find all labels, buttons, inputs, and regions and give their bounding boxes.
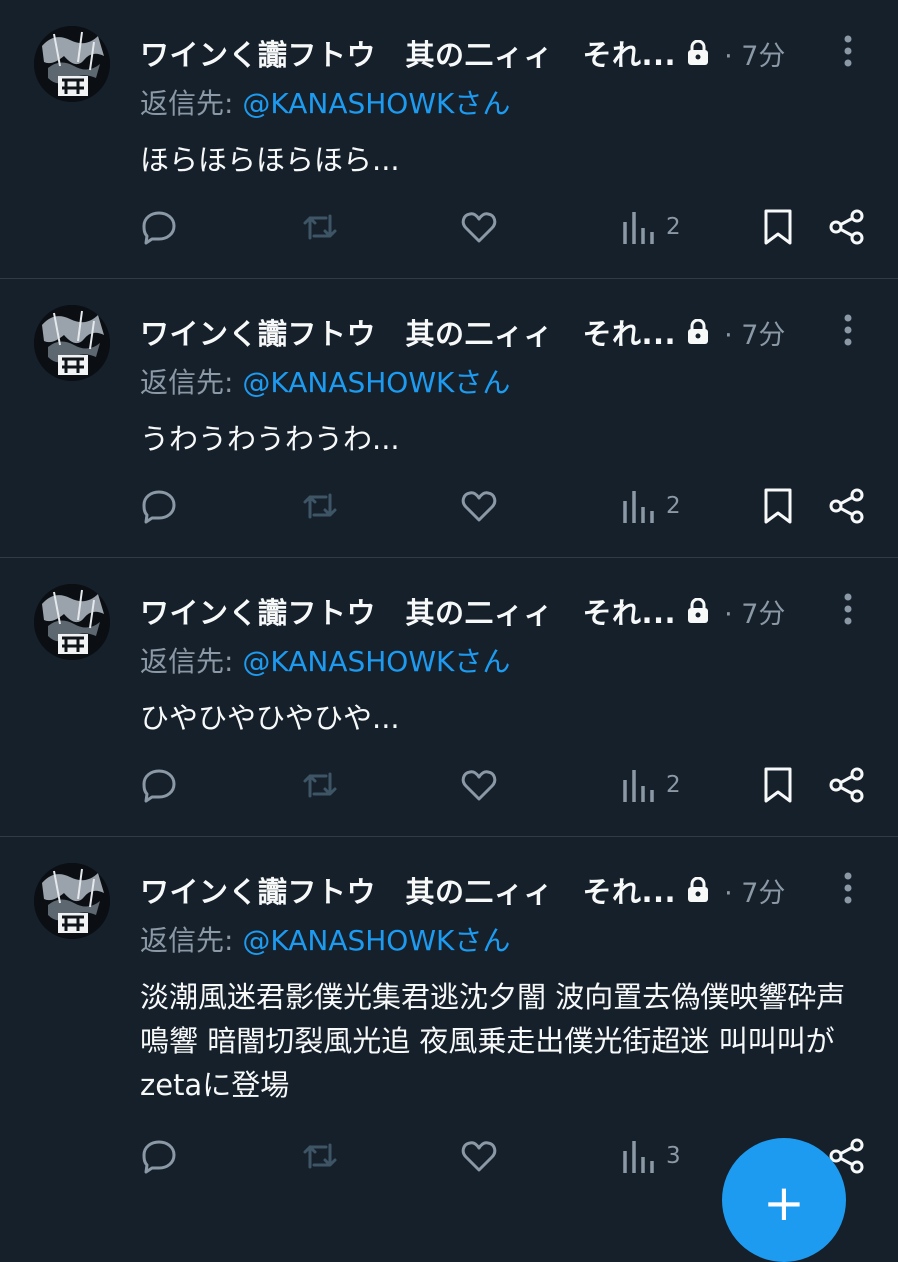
- reply-to-line: 返信先: @KANASHOWKさん: [140, 82, 510, 122]
- more-vertical-icon[interactable]: [838, 34, 858, 72]
- heart-icon: [460, 1137, 498, 1175]
- lock-icon: [686, 598, 710, 624]
- more-vertical-icon[interactable]: [838, 592, 858, 630]
- like-button[interactable]: [460, 766, 498, 804]
- analytics-icon: [622, 1137, 654, 1175]
- reply-button[interactable]: [140, 1137, 178, 1175]
- more-vertical-icon[interactable]: [838, 871, 858, 909]
- reply-handle-link[interactable]: @KANASHOWKさん: [242, 87, 510, 120]
- share-icon: [828, 487, 866, 525]
- share-button[interactable]: [828, 766, 866, 804]
- reply-icon: [140, 487, 178, 525]
- analytics-icon: [622, 487, 654, 525]
- author-name[interactable]: ワインく讟フトウ 其の二ィィ それ...: [140, 590, 676, 632]
- reply-icon: [140, 1137, 178, 1175]
- timestamp[interactable]: · 7分: [724, 313, 785, 352]
- retweet-button[interactable]: [300, 487, 340, 525]
- retweet-button[interactable]: [300, 208, 340, 246]
- avatar[interactable]: [34, 305, 110, 381]
- reply-handle-link[interactable]: @KANASHOWKさん: [242, 645, 510, 678]
- tweet-text: うわうわうわうわ...: [140, 422, 400, 456]
- reply-prefix: 返信先:: [140, 366, 243, 399]
- tweet-text: ほらほらほらほら...: [140, 143, 400, 177]
- heart-icon: [460, 487, 498, 525]
- reply-icon: [140, 208, 178, 246]
- views-count: 2: [666, 772, 681, 798]
- tweet-header: ワインく讟フトウ 其の二ィィ それ... · 7分: [140, 588, 785, 634]
- reply-button[interactable]: [140, 487, 178, 525]
- views-button[interactable]: 2: [622, 766, 681, 804]
- timestamp[interactable]: · 7分: [724, 34, 785, 73]
- retweet-icon: [300, 766, 340, 804]
- views-button[interactable]: 2: [622, 208, 681, 246]
- more-vertical-icon[interactable]: [838, 313, 858, 351]
- timestamp[interactable]: · 7分: [724, 592, 785, 631]
- like-button[interactable]: [460, 487, 498, 525]
- author-name[interactable]: ワインく讟フトウ 其の二ィィ それ...: [140, 869, 676, 911]
- views-count: 3: [666, 1143, 681, 1169]
- tweet[interactable]: ワインく讟フトウ 其の二ィィ それ... · 7分 返信先: @KANASHOW…: [0, 0, 898, 279]
- timestamp[interactable]: · 7分: [724, 871, 785, 910]
- retweet-icon: [300, 1137, 340, 1175]
- lock-icon: [686, 877, 710, 903]
- retweet-icon: [300, 487, 340, 525]
- bookmark-icon: [762, 208, 794, 246]
- lock-icon: [686, 40, 710, 66]
- analytics-icon: [622, 208, 654, 246]
- reply-handle-link[interactable]: @KANASHOWKさん: [242, 366, 510, 399]
- views-count: 2: [666, 493, 681, 519]
- action-bar: 2: [0, 487, 898, 527]
- retweet-icon: [300, 208, 340, 246]
- author-name[interactable]: ワインく讟フトウ 其の二ィィ それ...: [140, 311, 676, 353]
- reply-to-line: 返信先: @KANASHOWKさん: [140, 640, 510, 680]
- reply-button[interactable]: [140, 208, 178, 246]
- heart-icon: [460, 208, 498, 246]
- like-button[interactable]: [460, 208, 498, 246]
- tweet-header: ワインく讟フトウ 其の二ィィ それ... · 7分: [140, 867, 785, 913]
- views-button[interactable]: 2: [622, 487, 681, 525]
- share-icon: [828, 766, 866, 804]
- reply-prefix: 返信先:: [140, 645, 243, 678]
- compose-button[interactable]: +: [722, 1138, 846, 1262]
- retweet-button[interactable]: [300, 1137, 340, 1175]
- tweet[interactable]: ワインく讟フトウ 其の二ィィ それ... · 7分 返信先: @KANASHOW…: [0, 279, 898, 558]
- tweet-text: 淡潮風迷君影僕光集君逃沈夕闇 波向置去偽僕映響砕声鳴響 暗闇切裂風光追 夜風乗走…: [140, 980, 846, 1102]
- analytics-icon: [622, 766, 654, 804]
- reply-handle-link[interactable]: @KANASHOWKさん: [242, 924, 510, 957]
- reply-button[interactable]: [140, 766, 178, 804]
- views-count: 2: [666, 214, 681, 240]
- tweet-text: ひやひやひやひや...: [140, 701, 400, 735]
- share-button[interactable]: [828, 487, 866, 525]
- avatar[interactable]: [34, 584, 110, 660]
- reply-icon: [140, 766, 178, 804]
- avatar[interactable]: [34, 26, 110, 102]
- heart-icon: [460, 766, 498, 804]
- bookmark-button[interactable]: [762, 487, 794, 525]
- lock-icon: [686, 319, 710, 345]
- reply-to-line: 返信先: @KANASHOWKさん: [140, 919, 510, 959]
- bookmark-button[interactable]: [762, 208, 794, 246]
- action-bar: 2: [0, 208, 898, 248]
- tweet-header: ワインく讟フトウ 其の二ィィ それ... · 7分: [140, 30, 785, 76]
- plus-icon: +: [763, 1174, 805, 1232]
- share-icon: [828, 208, 866, 246]
- bookmark-icon: [762, 766, 794, 804]
- tweet-header: ワインく讟フトウ 其の二ィィ それ... · 7分: [140, 309, 785, 355]
- views-button[interactable]: 3: [622, 1137, 681, 1175]
- bookmark-icon: [762, 487, 794, 525]
- reply-to-line: 返信先: @KANASHOWKさん: [140, 361, 510, 401]
- share-button[interactable]: [828, 208, 866, 246]
- tweet[interactable]: ワインく讟フトウ 其の二ィィ それ... · 7分 返信先: @KANASHOW…: [0, 558, 898, 837]
- author-name[interactable]: ワインく讟フトウ 其の二ィィ それ...: [140, 32, 676, 74]
- retweet-button[interactable]: [300, 766, 340, 804]
- reply-prefix: 返信先:: [140, 87, 243, 120]
- reply-prefix: 返信先:: [140, 924, 243, 957]
- action-bar: 2: [0, 766, 898, 806]
- avatar[interactable]: [34, 863, 110, 939]
- like-button[interactable]: [460, 1137, 498, 1175]
- bookmark-button[interactable]: [762, 766, 794, 804]
